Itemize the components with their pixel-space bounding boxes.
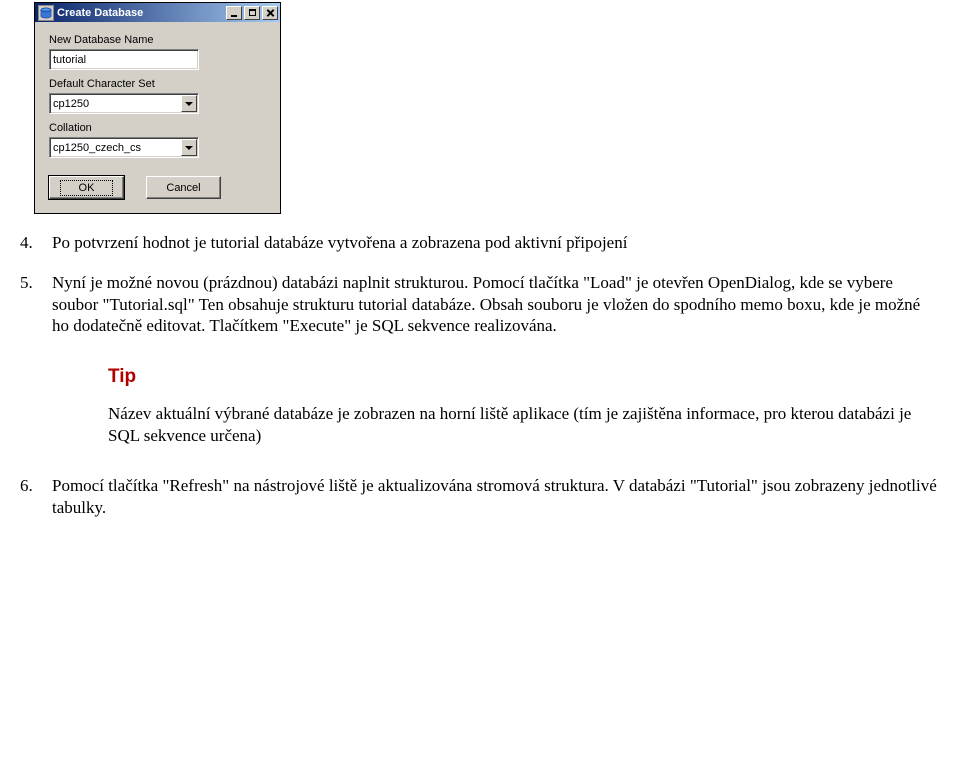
tip-block: Tip Název aktuální výbrané databáze je z… <box>108 365 939 447</box>
close-button[interactable] <box>262 6 278 20</box>
maximize-button[interactable] <box>244 6 260 20</box>
tip-body: Název aktuální výbrané databáze je zobra… <box>108 403 939 447</box>
tip-heading: Tip <box>108 365 939 389</box>
list-text: Po potvrzení hodnot je tutorial databáze… <box>52 232 939 254</box>
collation-combobox[interactable]: cp1250_czech_cs <box>49 137 199 158</box>
chevron-down-icon[interactable] <box>181 95 197 112</box>
dialog-titlebar[interactable]: Create Database <box>35 3 280 22</box>
chevron-down-icon[interactable] <box>181 139 197 156</box>
collation-label: Collation <box>49 122 266 134</box>
minimize-button[interactable] <box>226 6 242 20</box>
charset-label: Default Character Set <box>49 78 266 90</box>
list-item: 4. Po potvrzení hodnot je tutorial datab… <box>20 232 939 254</box>
db-name-label: New Database Name <box>49 34 266 46</box>
db-name-input[interactable]: tutorial <box>49 49 199 70</box>
create-database-dialog: Create Database New Database Name tutori… <box>34 2 281 214</box>
list-item: 5. Nyní je možné novou (prázdnou) databá… <box>20 272 939 337</box>
charset-combobox[interactable]: cp1250 <box>49 93 199 114</box>
list-number: 4. <box>20 232 52 254</box>
database-icon <box>38 5 54 21</box>
charset-value: cp1250 <box>53 98 89 110</box>
cancel-button[interactable]: Cancel <box>146 176 221 199</box>
list-item: 6. Pomocí tlačítka "Refresh" na nástrojo… <box>20 475 939 519</box>
list-text: Nyní je možné novou (prázdnou) databázi … <box>52 272 939 337</box>
list-text: Pomocí tlačítka "Refresh" na nástrojové … <box>52 475 939 519</box>
collation-value: cp1250_czech_cs <box>53 142 141 154</box>
list-number: 5. <box>20 272 52 337</box>
dialog-title: Create Database <box>57 7 224 19</box>
db-name-value: tutorial <box>53 54 86 66</box>
list-number: 6. <box>20 475 52 519</box>
ok-button[interactable]: OK <box>49 176 124 199</box>
